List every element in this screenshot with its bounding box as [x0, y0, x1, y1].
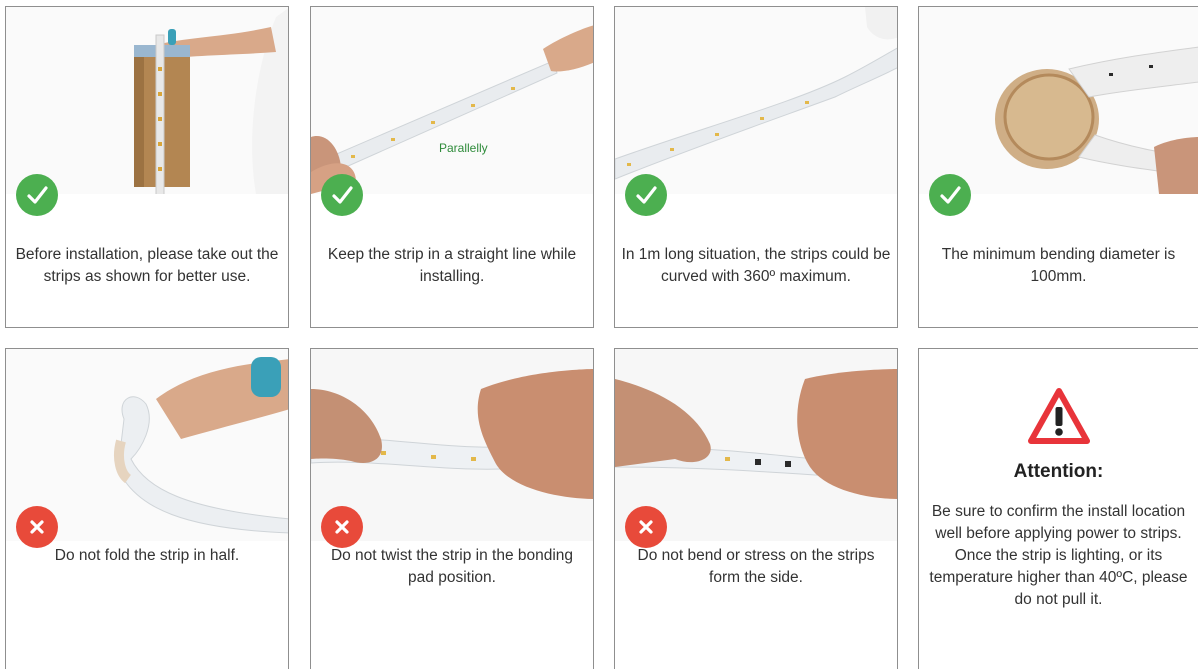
approved-badge	[321, 174, 363, 216]
photo-straight-strip	[311, 7, 593, 194]
instruction-card-7: Do not bend or stress on the strips form…	[614, 348, 898, 669]
cross-icon	[30, 520, 44, 534]
card-caption: Do not twist the strip in the bonding pa…	[330, 547, 574, 586]
warning-icon-wrap	[919, 387, 1198, 450]
approved-badge	[625, 174, 667, 216]
rejected-badge	[321, 506, 363, 548]
check-icon	[332, 186, 353, 204]
photo-curved-strip	[615, 7, 897, 194]
attention-body: Be sure to confirm the install location …	[929, 503, 1188, 608]
attention-title: Attention:	[1013, 461, 1104, 482]
instruction-card-3: In 1m long situation, the strips could b…	[614, 6, 898, 328]
warning-triangle-icon	[1027, 388, 1090, 444]
card-caption: Do not fold the strip in half.	[54, 547, 240, 564]
card-caption: Before installation, please take out the…	[15, 246, 279, 285]
card-caption: Do not bend or stress on the strips form…	[637, 547, 875, 586]
parallel-label: Parallelly	[439, 141, 488, 155]
approved-badge	[16, 174, 58, 216]
check-icon	[940, 186, 961, 204]
photo-box-measuring	[6, 7, 288, 194]
card-caption: Keep the strip in a straight line while …	[327, 246, 577, 285]
cross-icon	[639, 520, 653, 534]
instruction-card-6: Do not twist the strip in the bonding pa…	[310, 348, 594, 669]
approved-badge	[929, 174, 971, 216]
rejected-badge	[16, 506, 58, 548]
photo-strip-reel	[919, 7, 1198, 194]
card-caption: In 1m long situation, the strips could b…	[621, 246, 891, 285]
check-icon	[27, 186, 48, 204]
instruction-card-5: Do not fold the strip in half.	[5, 348, 289, 669]
instruction-card-4: The minimum bending diameter is 100mm.	[918, 6, 1198, 328]
instruction-card-2: Parallelly Keep the strip in a straight …	[310, 6, 594, 328]
cross-icon	[335, 520, 349, 534]
attention-card: Attention: Be sure to confirm the instal…	[918, 348, 1198, 669]
instruction-card-1: Before installation, please take out the…	[5, 6, 289, 328]
rejected-badge	[625, 506, 667, 548]
card-caption: The minimum bending diameter is 100mm.	[941, 246, 1176, 285]
check-icon	[636, 186, 657, 204]
